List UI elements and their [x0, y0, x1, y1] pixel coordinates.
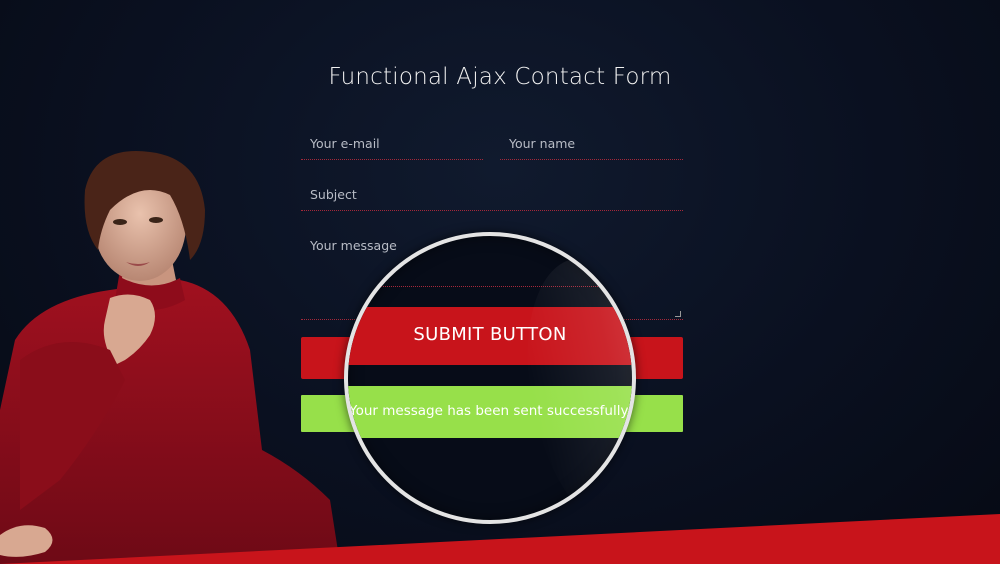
resize-handle-icon[interactable] [675, 311, 681, 317]
subject-placeholder: Subject [310, 187, 357, 202]
subject-field[interactable]: Subject [301, 179, 683, 211]
magnifier-lens: SUBMIT BUTTON Your message has been sent… [344, 232, 636, 524]
model-photo [0, 151, 340, 564]
bottom-accent-strip [0, 514, 1000, 564]
name-field[interactable]: Your name [500, 128, 683, 160]
message-placeholder: Your message [310, 238, 397, 253]
email-placeholder: Your e-mail [310, 136, 380, 151]
page-title: Functional Ajax Contact Form [328, 64, 672, 90]
name-placeholder: Your name [509, 136, 576, 151]
email-field[interactable]: Your e-mail [301, 128, 483, 160]
